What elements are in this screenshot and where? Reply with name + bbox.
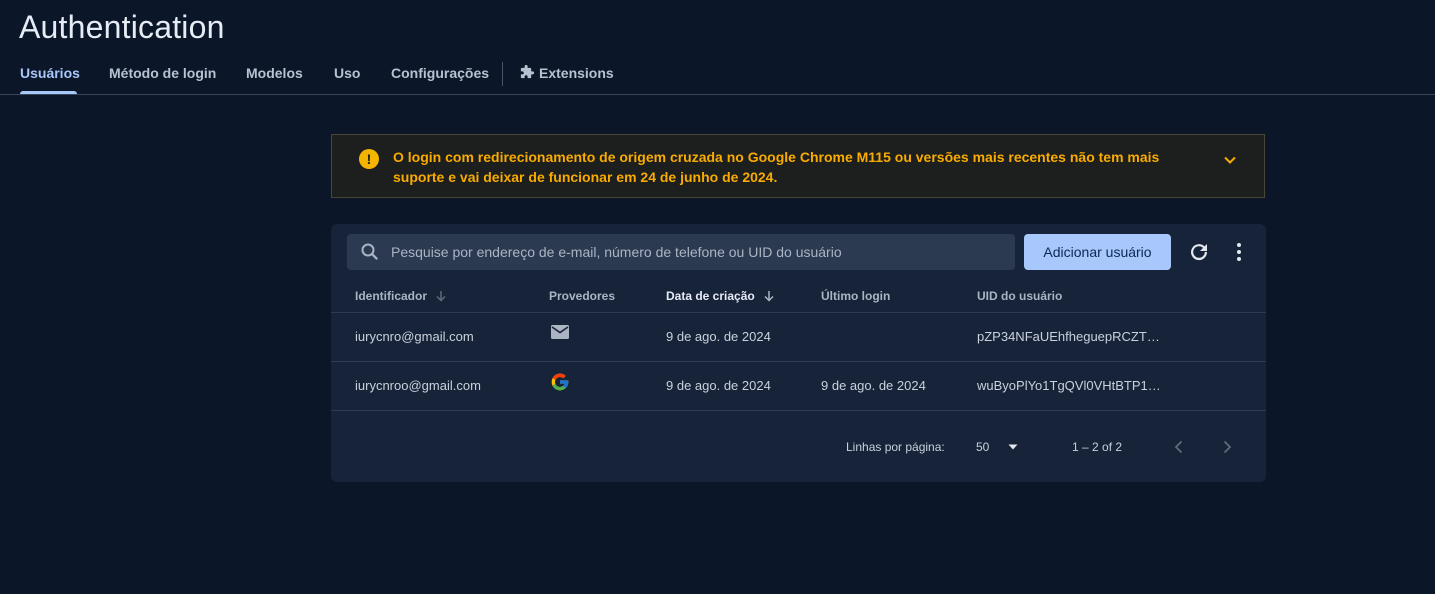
column-header-identifier[interactable]: Identificador	[355, 289, 447, 303]
column-header-last-login[interactable]: Último login	[821, 289, 890, 303]
chevron-left-icon[interactable]	[1168, 436, 1190, 458]
cell-created: 9 de ago. de 2024	[666, 378, 771, 393]
column-header-providers: Provedores	[549, 289, 616, 303]
users-card: Adicionar usuário Identificador Provedor…	[331, 224, 1266, 482]
tab-extensions-label: Extensions	[539, 65, 614, 81]
chevron-down-icon[interactable]	[1221, 151, 1239, 169]
page-title: Authentication	[19, 9, 225, 45]
warning-icon: !	[359, 149, 379, 169]
google-icon	[551, 373, 569, 391]
cell-last-login: 9 de ago. de 2024	[821, 378, 926, 393]
search-input[interactable]	[391, 234, 1001, 270]
column-header-uid: UID do usuário	[977, 289, 1063, 303]
tab-users[interactable]: Usuários	[20, 65, 80, 81]
cell-identifier: iurycnro@gmail.com	[355, 329, 474, 344]
more-vert-icon[interactable]	[1227, 240, 1251, 264]
rows-per-page-value: 50	[976, 440, 990, 454]
email-icon	[551, 325, 569, 339]
tab-settings[interactable]: Configurações	[391, 65, 489, 81]
table-row[interactable]: iurycnroo@gmail.com 9 de ago. de 2024 9 …	[331, 362, 1266, 410]
warning-banner: ! O login com redirecionamento de origem…	[331, 134, 1265, 198]
tab-bar: Usuários Método de login Modelos Uso Con…	[0, 54, 1435, 95]
dropdown-arrow-icon	[1008, 444, 1018, 450]
cell-uid: wuByoPlYo1TgQVl0VHtBTP1G…	[977, 378, 1163, 393]
search-icon	[361, 243, 378, 260]
search-box	[347, 234, 1015, 270]
cell-created: 9 de ago. de 2024	[666, 329, 771, 344]
banner-message: O login com redirecionamento de origem c…	[393, 149, 1160, 185]
arrow-down-icon	[764, 291, 774, 302]
cell-identifier: iurycnroo@gmail.com	[355, 378, 481, 393]
column-header-created[interactable]: Data de criação	[666, 289, 775, 303]
tab-usage[interactable]: Uso	[334, 65, 360, 81]
tab-divider	[502, 62, 503, 86]
chevron-right-icon[interactable]	[1216, 436, 1238, 458]
table-row[interactable]: iurycnro@gmail.com 9 de ago. de 2024 pZP…	[331, 313, 1266, 361]
cell-uid: pZP34NFaUEhfheguepRCZT0…	[977, 329, 1163, 344]
column-header-label: Data de criação	[666, 289, 755, 303]
add-user-button[interactable]: Adicionar usuário	[1024, 234, 1171, 270]
rows-per-page-label: Linhas por página:	[846, 440, 945, 454]
tab-sign-in-method[interactable]: Método de login	[109, 65, 216, 81]
column-header-label: Identificador	[355, 289, 428, 303]
active-tab-indicator	[20, 91, 77, 94]
tab-extensions[interactable]: Extensions	[519, 65, 614, 81]
extensions-icon	[520, 65, 534, 79]
page-range: 1 – 2 of 2	[1072, 440, 1123, 454]
rows-per-page-select[interactable]: 50	[976, 434, 1032, 460]
row-divider	[331, 410, 1266, 411]
tab-templates[interactable]: Modelos	[246, 65, 303, 81]
refresh-icon[interactable]	[1187, 240, 1211, 264]
arrow-down-icon	[436, 291, 446, 302]
